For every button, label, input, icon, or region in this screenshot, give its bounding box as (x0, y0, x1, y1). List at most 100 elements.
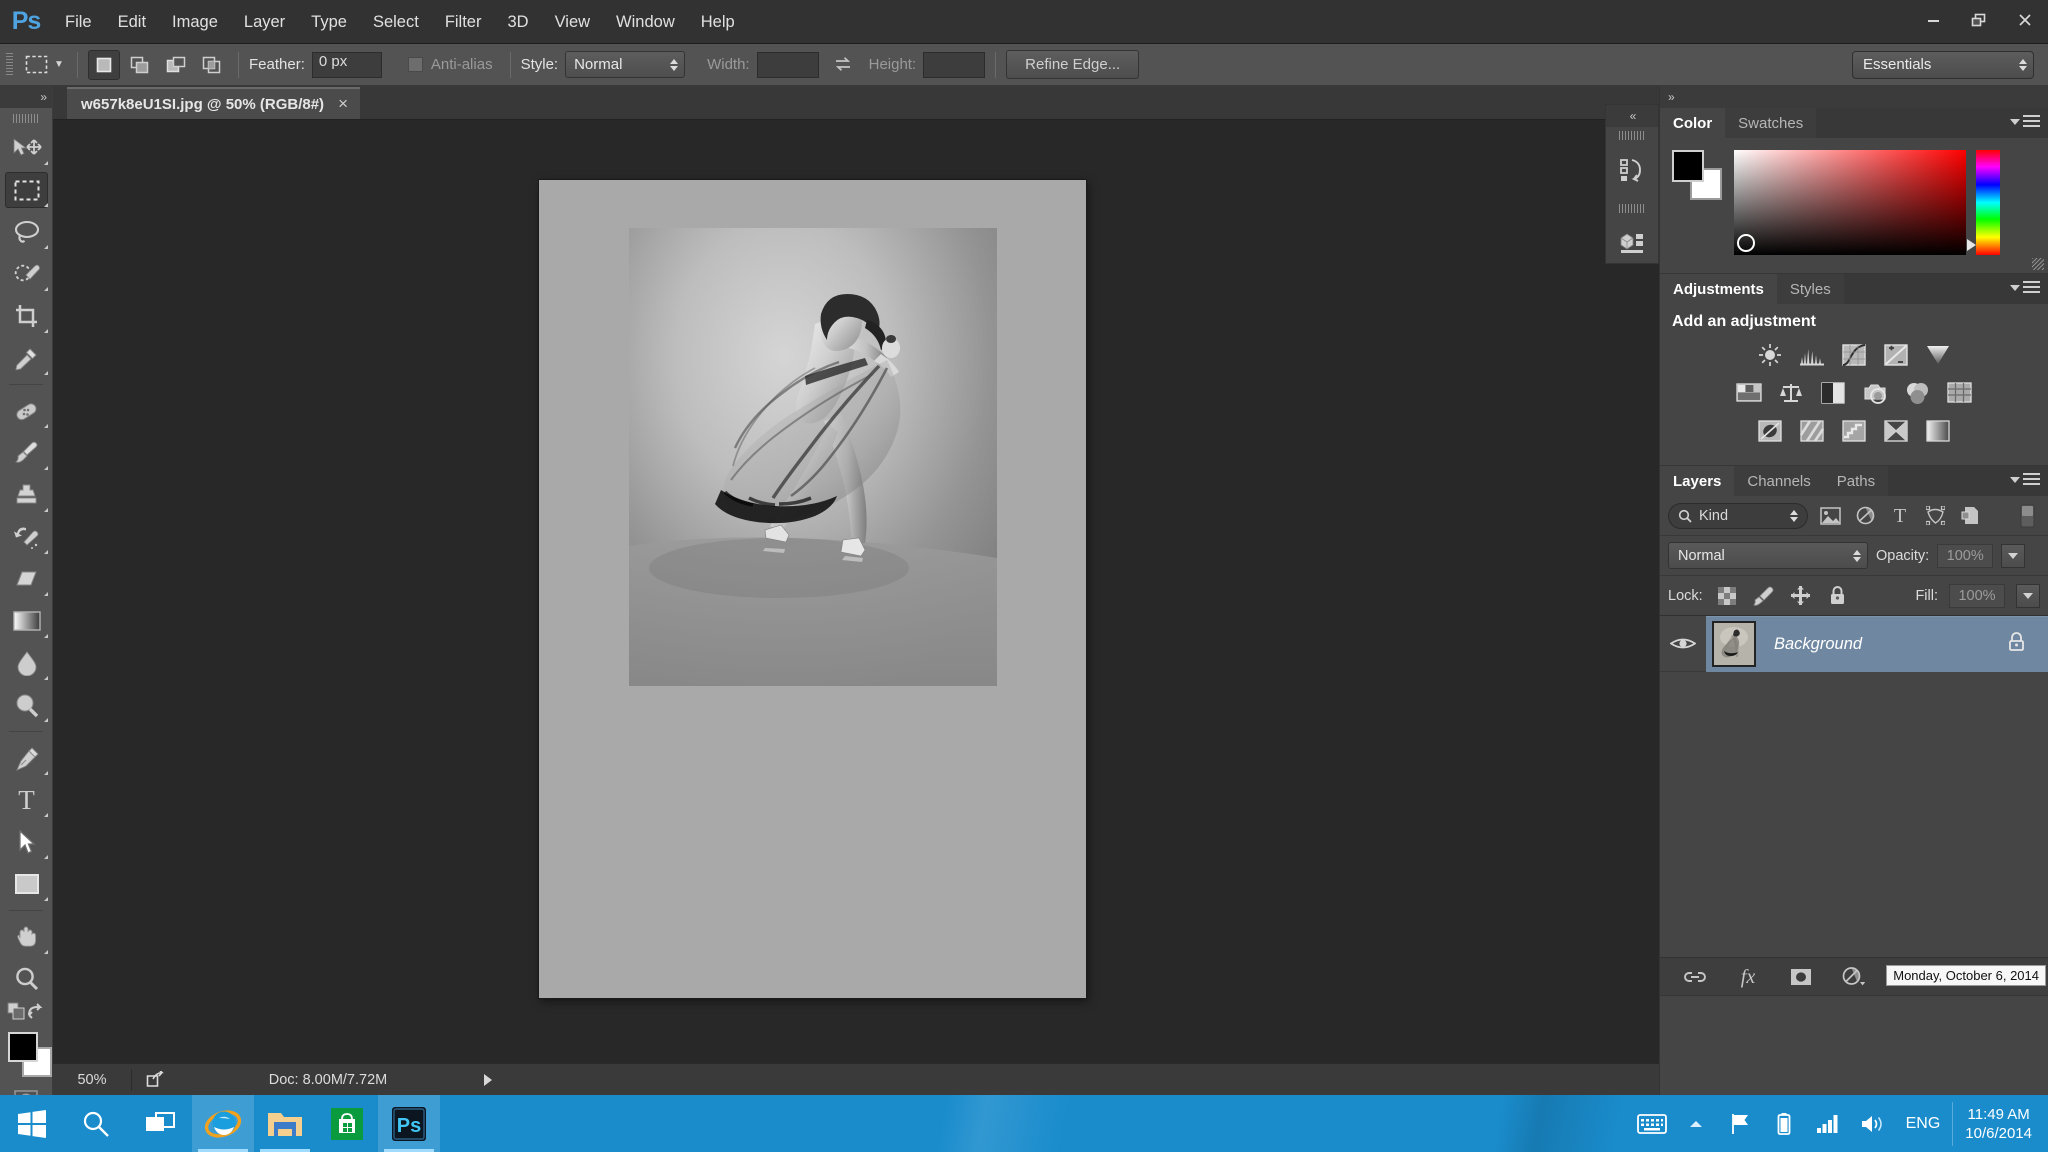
tab-channels[interactable]: Channels (1734, 466, 1824, 496)
filter-type-layers-button[interactable]: T (1887, 504, 1913, 528)
menu-type[interactable]: Type (298, 0, 360, 44)
color-panel-menu-button[interactable] (2010, 115, 2040, 128)
subtract-from-selection-button[interactable] (160, 50, 192, 80)
tool-pen[interactable] (0, 737, 53, 779)
layer-thumbnail[interactable] (1712, 621, 1756, 667)
properties-panel-button[interactable] (1606, 213, 1658, 273)
blend-mode-select[interactable]: Normal (1668, 542, 1868, 569)
tool-zoom[interactable] (0, 958, 53, 1000)
invert-button[interactable] (1756, 418, 1784, 444)
expand-panels-button[interactable]: « (1606, 105, 1658, 127)
layer-filter-kind-select[interactable]: Kind (1668, 502, 1808, 529)
swap-colors-icon[interactable] (26, 1002, 45, 1020)
swap-width-height-icon[interactable] (829, 50, 859, 80)
menu-window[interactable]: Window (603, 0, 688, 44)
file-explorer-button[interactable] (254, 1095, 316, 1152)
width-input[interactable] (756, 51, 819, 78)
menu-image[interactable]: Image (159, 0, 231, 44)
menu-edit[interactable]: Edit (105, 0, 159, 44)
tool-spot-healing-brush[interactable] (0, 390, 53, 432)
canvas-document[interactable] (539, 180, 1086, 998)
threshold-button[interactable] (1840, 418, 1868, 444)
touch-keyboard-button[interactable] (1630, 1095, 1674, 1152)
gradient-map-button[interactable] (1924, 418, 1952, 444)
layer-name[interactable]: Background (1774, 635, 2007, 654)
hue-saturation-button[interactable] (1735, 380, 1763, 406)
refine-edge-button[interactable]: Refine Edge... (1006, 50, 1140, 79)
internet-explorer-button[interactable] (192, 1095, 254, 1152)
network-button[interactable] (1806, 1095, 1850, 1152)
status-expand-arrow-icon[interactable] (484, 1073, 492, 1086)
menu-view[interactable]: View (542, 0, 603, 44)
tool-quick-selection[interactable] (0, 253, 53, 295)
start-button[interactable] (0, 1095, 64, 1152)
filter-pixel-layers-button[interactable] (1817, 504, 1843, 528)
menu-layer[interactable]: Layer (231, 0, 298, 44)
lock-image-pixels-button[interactable] (1751, 584, 1777, 608)
document-tab[interactable]: w657k8eU1SI.jpg @ 50% (RGB/8#) × (67, 87, 360, 119)
black-white-button[interactable] (1819, 380, 1847, 406)
tool-eraser[interactable] (0, 558, 53, 600)
layer-filter-toggle[interactable] (2014, 504, 2040, 528)
style-select[interactable]: Normal (565, 51, 686, 78)
levels-button[interactable] (1798, 342, 1826, 368)
vibrance-button[interactable] (1924, 342, 1952, 368)
share-icon[interactable] (132, 1071, 178, 1088)
tool-brush[interactable] (0, 432, 53, 474)
new-fill-adjustment-button[interactable] (1841, 965, 1867, 989)
color-picker-field[interactable] (1734, 150, 1966, 255)
battery-button[interactable] (1762, 1095, 1806, 1152)
action-center-button[interactable] (1718, 1095, 1762, 1152)
menu-filter[interactable]: Filter (432, 0, 495, 44)
tools-collapse-button[interactable]: » (0, 86, 52, 108)
new-selection-button[interactable] (88, 49, 120, 80)
opacity-input[interactable]: 100% (1937, 543, 1994, 568)
workspace-select[interactable]: Essentials (1852, 50, 2034, 79)
fill-dropdown-button[interactable] (2016, 583, 2040, 608)
curves-button[interactable] (1840, 342, 1868, 368)
selective-color-button[interactable] (1882, 418, 1910, 444)
restore-button[interactable] (1956, 2, 2002, 38)
canvas-viewport[interactable] (53, 120, 1659, 1063)
tools-panel-grip[interactable] (13, 114, 39, 123)
filter-smart-object-button[interactable] (1957, 504, 1983, 528)
tool-type[interactable]: T (0, 779, 53, 821)
exposure-button[interactable] (1882, 342, 1910, 368)
tool-lasso[interactable] (0, 211, 53, 253)
tool-history-brush[interactable] (0, 516, 53, 558)
layer-visibility-toggle[interactable] (1660, 635, 1706, 652)
posterize-button[interactable] (1798, 418, 1826, 444)
tab-swatches[interactable]: Swatches (1725, 108, 1817, 138)
tool-hand[interactable] (0, 916, 53, 958)
foreground-color-swatch[interactable] (8, 1032, 38, 1062)
tab-adjustments[interactable]: Adjustments (1660, 274, 1777, 304)
layer-mask-button[interactable] (1788, 965, 1814, 989)
search-button[interactable] (64, 1095, 128, 1152)
clock[interactable]: 11:49 AM 10/6/2014 (1952, 1101, 2048, 1146)
fill-input[interactable]: 100% (1949, 583, 2005, 608)
lock-position-button[interactable] (1788, 584, 1814, 608)
language-indicator[interactable]: ENG (1894, 1115, 1953, 1133)
tool-eyedropper[interactable] (0, 337, 53, 379)
rail-grip[interactable] (1619, 131, 1645, 140)
link-layers-button[interactable] (1682, 965, 1708, 989)
height-input[interactable] (923, 51, 986, 78)
tab-color[interactable]: Color (1660, 108, 1726, 138)
layers-panel-menu-button[interactable] (2010, 473, 2040, 486)
tool-path-selection[interactable] (0, 821, 53, 863)
tab-paths[interactable]: Paths (1823, 466, 1889, 496)
minimize-button[interactable] (1910, 2, 1956, 38)
photo-filter-button[interactable] (1861, 380, 1889, 406)
close-button[interactable] (2002, 2, 2048, 38)
layer-item-background[interactable]: Background (1706, 615, 2048, 672)
close-icon[interactable]: × (338, 94, 348, 114)
anti-alias-checkbox[interactable] (407, 57, 423, 72)
zoom-level[interactable]: 50% (53, 1072, 131, 1088)
intersect-with-selection-button[interactable] (196, 50, 228, 80)
layer-style-button[interactable]: fx (1735, 965, 1761, 989)
brightness-contrast-button[interactable] (1756, 342, 1784, 368)
menu-help[interactable]: Help (688, 0, 748, 44)
table-row[interactable]: Background (1660, 615, 2048, 672)
foreground-color-swatch[interactable] (1672, 150, 1704, 182)
photoshop-button[interactable]: Ps (378, 1095, 440, 1152)
